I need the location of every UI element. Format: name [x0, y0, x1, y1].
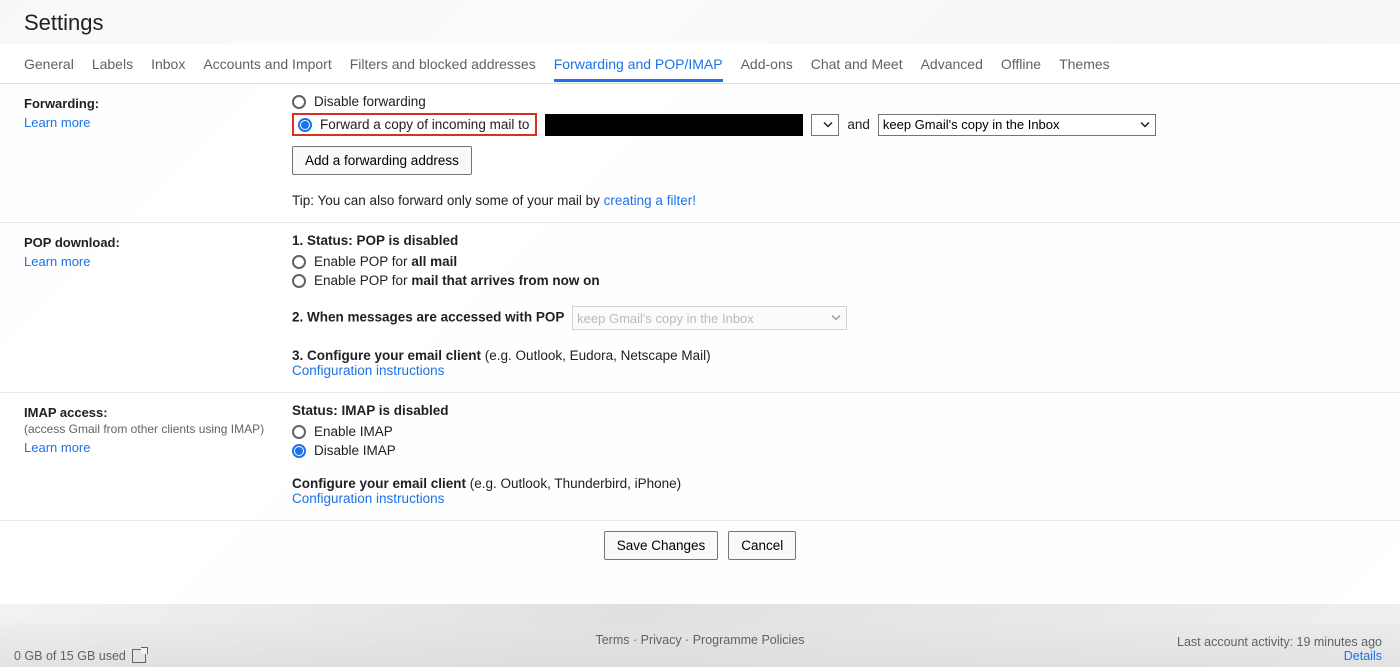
cancel-button[interactable]: Cancel: [728, 531, 796, 560]
pop-section: POP download: Learn more 1. Status: POP …: [0, 223, 1400, 393]
tabs-bar: General Labels Inbox Accounts and Import Fil…: [0, 44, 1400, 84]
pop-status-value: POP is disabled: [357, 233, 459, 248]
pop-configure-label: 3. Configure your email client: [292, 348, 485, 363]
highlight-box: Forward a copy of incoming mail to: [292, 113, 537, 136]
tab-filters-and-blocked-addresses[interactable]: Filters and blocked addresses: [350, 46, 536, 81]
imap-title: IMAP access:: [24, 405, 292, 420]
pop-title: POP download:: [24, 235, 292, 250]
tab-inbox[interactable]: Inbox: [151, 46, 185, 81]
creating-filter-link[interactable]: creating a filter!: [604, 193, 696, 208]
tab-labels[interactable]: Labels: [92, 46, 133, 81]
pop-enable-now-bold: mail that arrives from now on: [411, 273, 599, 288]
policies-link[interactable]: Programme Policies: [693, 633, 805, 647]
pop-enable-all-bold: all mail: [411, 254, 457, 269]
disable-forwarding-radio[interactable]: [292, 95, 306, 109]
footer: 0 GB of 15 GB used Terms · Privacy · Pro…: [0, 623, 1400, 667]
storage-usage[interactable]: 0 GB of 15 GB used: [14, 649, 146, 663]
imap-disable-radio[interactable]: [292, 444, 306, 458]
forwarding-content: Disable forwarding Forward a copy of inc…: [292, 94, 1376, 208]
actions-row: Save Changes Cancel: [0, 521, 1400, 574]
settings-header: Settings: [0, 0, 1400, 44]
forward-copy-label: Forward a copy of incoming mail to: [320, 117, 533, 132]
tip-text: Tip: You can also forward only some of y…: [292, 193, 604, 208]
page-title: Settings: [24, 10, 1376, 36]
tab-add-ons[interactable]: Add-ons: [741, 46, 793, 81]
open-in-new-icon: [132, 649, 146, 663]
forwarding-action-select[interactable]: keep Gmail's copy in the Inbox: [878, 114, 1156, 136]
pop-enable-all-prefix: Enable POP for: [314, 254, 411, 269]
pop-when-accessed-row: 2. When messages are accessed with POP k…: [292, 306, 1376, 330]
imap-configure-hint: (e.g. Outlook, Thunderbird, iPhone): [470, 476, 681, 491]
forwarding-address-redacted: [545, 114, 803, 136]
forwarding-label-column: Forwarding: Learn more: [24, 94, 292, 208]
imap-configure-row: Configure your email client (e.g. Outloo…: [292, 476, 1376, 491]
pop-enable-now-row[interactable]: Enable POP for mail that arrives from no…: [292, 273, 1376, 288]
pop-enable-now-prefix: Enable POP for: [314, 273, 411, 288]
tab-themes[interactable]: Themes: [1059, 46, 1110, 81]
forwarding-address-select[interactable]: [811, 114, 839, 136]
imap-disable-row[interactable]: Disable IMAP: [292, 443, 1376, 458]
imap-status-label: Status:: [292, 403, 342, 418]
pop-status-label: 1. Status:: [292, 233, 357, 248]
pop-content: 1. Status: POP is disabled Enable POP fo…: [292, 233, 1376, 378]
details-link[interactable]: Details: [1344, 649, 1382, 663]
privacy-link[interactable]: Privacy: [641, 633, 682, 647]
and-text: and: [847, 117, 870, 132]
pop-learn-more-link[interactable]: Learn more: [24, 254, 292, 269]
terms-link[interactable]: Terms: [595, 633, 629, 647]
imap-enable-row[interactable]: Enable IMAP: [292, 424, 1376, 439]
imap-disable-label: Disable IMAP: [314, 443, 396, 458]
settings-body: Forwarding: Learn more Disable forwardin…: [0, 84, 1400, 604]
pop-enable-all-row[interactable]: Enable POP for all mail: [292, 254, 1376, 269]
forwarding-section: Forwarding: Learn more Disable forwardin…: [0, 84, 1400, 223]
add-forwarding-address-button[interactable]: Add a forwarding address: [292, 146, 472, 175]
footer-right: Last account activity: 19 minutes ago De…: [1177, 635, 1382, 663]
last-activity-text: Last account activity: 19 minutes ago: [1177, 635, 1382, 649]
save-changes-button[interactable]: Save Changes: [604, 531, 719, 560]
imap-enable-label: Enable IMAP: [314, 424, 393, 439]
imap-content: Status: IMAP is disabled Enable IMAP Dis…: [292, 403, 1376, 506]
imap-learn-more-link[interactable]: Learn more: [24, 440, 292, 455]
pop-action-select: keep Gmail's copy in the Inbox: [572, 306, 847, 330]
imap-status-value: IMAP is disabled: [342, 403, 449, 418]
tab-chat-and-meet[interactable]: Chat and Meet: [811, 46, 903, 81]
footer-center-links: Terms · Privacy · Programme Policies: [595, 633, 804, 647]
imap-configure-label: Configure your email client: [292, 476, 470, 491]
forwarding-tip: Tip: You can also forward only some of y…: [292, 193, 1376, 208]
pop-label-column: POP download: Learn more: [24, 233, 292, 378]
pop-when-accessed-label: 2. When messages are accessed with POP: [292, 310, 564, 325]
forwarding-title: Forwarding:: [24, 96, 292, 111]
pop-enable-all-radio[interactable]: [292, 255, 306, 269]
forwarding-learn-more-link[interactable]: Learn more: [24, 115, 292, 130]
imap-subtext: (access Gmail from other clients using I…: [24, 422, 292, 436]
tab-advanced[interactable]: Advanced: [921, 46, 983, 81]
disable-forwarding-label: Disable forwarding: [314, 94, 426, 109]
tab-offline[interactable]: Offline: [1001, 46, 1041, 81]
pop-configure-row: 3. Configure your email client (e.g. Out…: [292, 348, 1376, 363]
tab-general[interactable]: General: [24, 46, 74, 81]
forwarding-address-select-wrap[interactable]: [811, 114, 839, 136]
forward-copy-row: Forward a copy of incoming mail to and k…: [292, 113, 1376, 136]
imap-label-column: IMAP access: (access Gmail from other cl…: [24, 403, 292, 506]
pop-config-instructions-link[interactable]: Configuration instructions: [292, 363, 444, 378]
tab-forwarding-and-pop-imap[interactable]: Forwarding and POP/IMAP: [554, 46, 723, 82]
disable-forwarding-row[interactable]: Disable forwarding: [292, 94, 1376, 109]
forward-copy-radio[interactable]: [298, 118, 312, 132]
imap-section: IMAP access: (access Gmail from other cl…: [0, 393, 1400, 521]
storage-text: 0 GB of 15 GB used: [14, 649, 126, 663]
forwarding-action-select-wrap[interactable]: keep Gmail's copy in the Inbox: [878, 114, 1156, 136]
pop-enable-now-radio[interactable]: [292, 274, 306, 288]
imap-config-instructions-link[interactable]: Configuration instructions: [292, 491, 444, 506]
imap-enable-radio[interactable]: [292, 425, 306, 439]
tab-accounts-and-import[interactable]: Accounts and Import: [203, 46, 331, 81]
pop-configure-hint: (e.g. Outlook, Eudora, Netscape Mail): [485, 348, 711, 363]
